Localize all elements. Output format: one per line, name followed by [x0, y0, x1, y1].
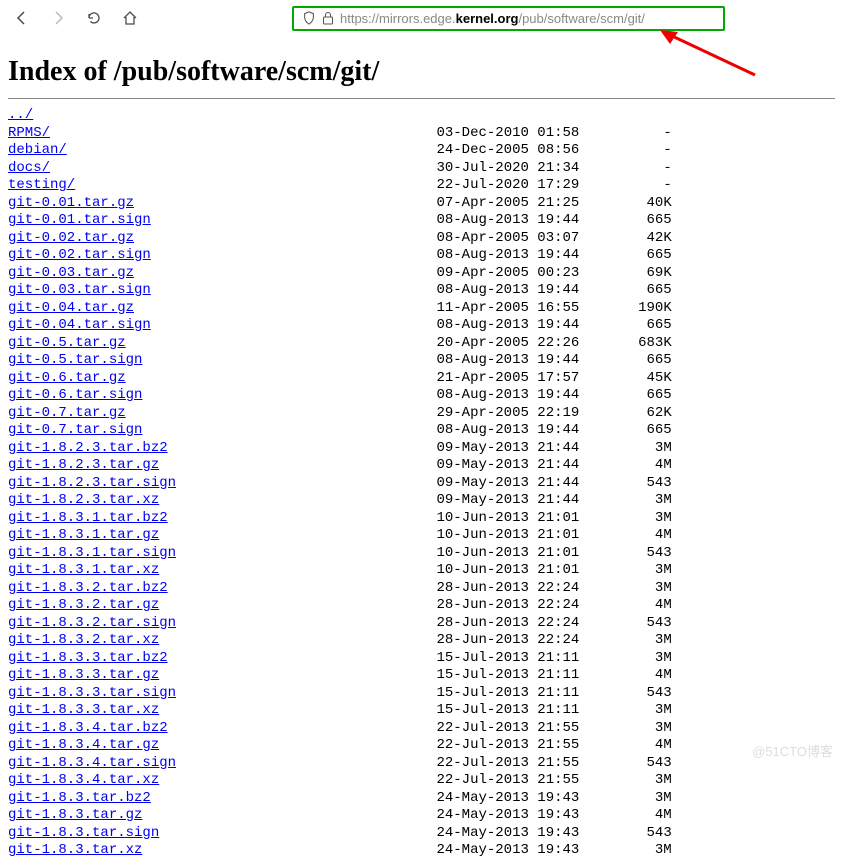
- listing-link[interactable]: git-0.7.tar.gz: [8, 405, 126, 421]
- directory-listing: ../ RPMS/ 03-Dec-2010 01:58 - debian/ 24…: [8, 107, 835, 860]
- url-prefix: https://mirrors.edge.: [340, 11, 456, 26]
- reload-icon: [86, 10, 102, 26]
- listing-link[interactable]: git-0.7.tar.sign: [8, 422, 142, 438]
- listing-link[interactable]: git-0.01.tar.sign: [8, 212, 151, 228]
- listing-link[interactable]: testing/: [8, 177, 75, 193]
- watermark: @51CTO博客: [752, 741, 833, 760]
- home-icon: [122, 10, 138, 26]
- listing-link[interactable]: git-1.8.3.tar.sign: [8, 825, 159, 841]
- listing-link[interactable]: RPMS/: [8, 125, 50, 141]
- listing-link[interactable]: git-1.8.3.3.tar.gz: [8, 667, 159, 683]
- arrow-right-icon: [50, 10, 66, 26]
- listing-link[interactable]: git-1.8.2.3.tar.bz2: [8, 440, 168, 456]
- listing-link[interactable]: git-0.01.tar.gz: [8, 195, 134, 211]
- forward-button[interactable]: [44, 4, 72, 32]
- listing-link[interactable]: git-0.04.tar.gz: [8, 300, 134, 316]
- listing-link[interactable]: git-1.8.3.4.tar.bz2: [8, 720, 168, 736]
- parent-dir-link[interactable]: ../: [8, 107, 33, 123]
- listing-link[interactable]: git-1.8.2.3.tar.xz: [8, 492, 159, 508]
- page-content: Index of /pub/software/scm/git/ ../ RPMS…: [0, 36, 843, 868]
- listing-link[interactable]: git-1.8.3.2.tar.xz: [8, 632, 159, 648]
- arrow-left-icon: [14, 10, 30, 26]
- listing-link[interactable]: git-1.8.2.3.tar.gz: [8, 457, 159, 473]
- listing-link[interactable]: git-1.8.3.4.tar.gz: [8, 737, 159, 753]
- listing-link[interactable]: git-1.8.3.1.tar.gz: [8, 527, 159, 543]
- listing-link[interactable]: git-1.8.3.tar.bz2: [8, 790, 151, 806]
- url-suffix: /pub/software/scm/git/: [518, 11, 644, 26]
- listing-link[interactable]: git-1.8.3.1.tar.bz2: [8, 510, 168, 526]
- listing-link[interactable]: git-1.8.3.4.tar.xz: [8, 772, 159, 788]
- divider: [8, 98, 835, 99]
- listing-link[interactable]: git-1.8.3.3.tar.sign: [8, 685, 176, 701]
- lock-icon: [322, 11, 334, 25]
- listing-link[interactable]: git-0.04.tar.sign: [8, 317, 151, 333]
- listing-link[interactable]: docs/: [8, 160, 50, 176]
- listing-link[interactable]: git-0.03.tar.gz: [8, 265, 134, 281]
- browser-toolbar: https://mirrors.edge.kernel.org/pub/soft…: [0, 0, 843, 36]
- listing-link[interactable]: git-1.8.3.3.tar.xz: [8, 702, 159, 718]
- address-bar[interactable]: https://mirrors.edge.kernel.org/pub/soft…: [292, 6, 725, 31]
- listing-link[interactable]: git-1.8.3.4.tar.sign: [8, 755, 176, 771]
- url-text: https://mirrors.edge.kernel.org/pub/soft…: [340, 11, 645, 26]
- listing-link[interactable]: git-1.8.3.2.tar.gz: [8, 597, 159, 613]
- listing-link[interactable]: git-1.8.3.1.tar.xz: [8, 562, 159, 578]
- listing-link[interactable]: git-1.8.2.3.tar.sign: [8, 475, 176, 491]
- back-button[interactable]: [8, 4, 36, 32]
- listing-link[interactable]: git-1.8.3.3.tar.bz2: [8, 650, 168, 666]
- listing-link[interactable]: git-1.8.3.tar.xz: [8, 842, 142, 858]
- listing-link[interactable]: debian/: [8, 142, 67, 158]
- listing-link[interactable]: git-1.8.3.2.tar.sign: [8, 615, 176, 631]
- home-button[interactable]: [116, 4, 144, 32]
- listing-link[interactable]: git-0.5.tar.sign: [8, 352, 142, 368]
- listing-link[interactable]: git-0.6.tar.sign: [8, 387, 142, 403]
- listing-link[interactable]: git-1.8.3.tar.gz: [8, 807, 142, 823]
- listing-link[interactable]: git-1.8.3.1.tar.sign: [8, 545, 176, 561]
- listing-link[interactable]: git-0.03.tar.sign: [8, 282, 151, 298]
- listing-link[interactable]: git-0.5.tar.gz: [8, 335, 126, 351]
- url-host-bold: kernel.org: [456, 11, 519, 26]
- listing-link[interactable]: git-1.8.3.2.tar.bz2: [8, 580, 168, 596]
- listing-link[interactable]: git-0.6.tar.gz: [8, 370, 126, 386]
- listing-link[interactable]: git-0.02.tar.gz: [8, 230, 134, 246]
- shield-icon: [302, 11, 316, 25]
- reload-button[interactable]: [80, 4, 108, 32]
- listing-link[interactable]: git-0.02.tar.sign: [8, 247, 151, 263]
- page-title: Index of /pub/software/scm/git/: [8, 56, 835, 88]
